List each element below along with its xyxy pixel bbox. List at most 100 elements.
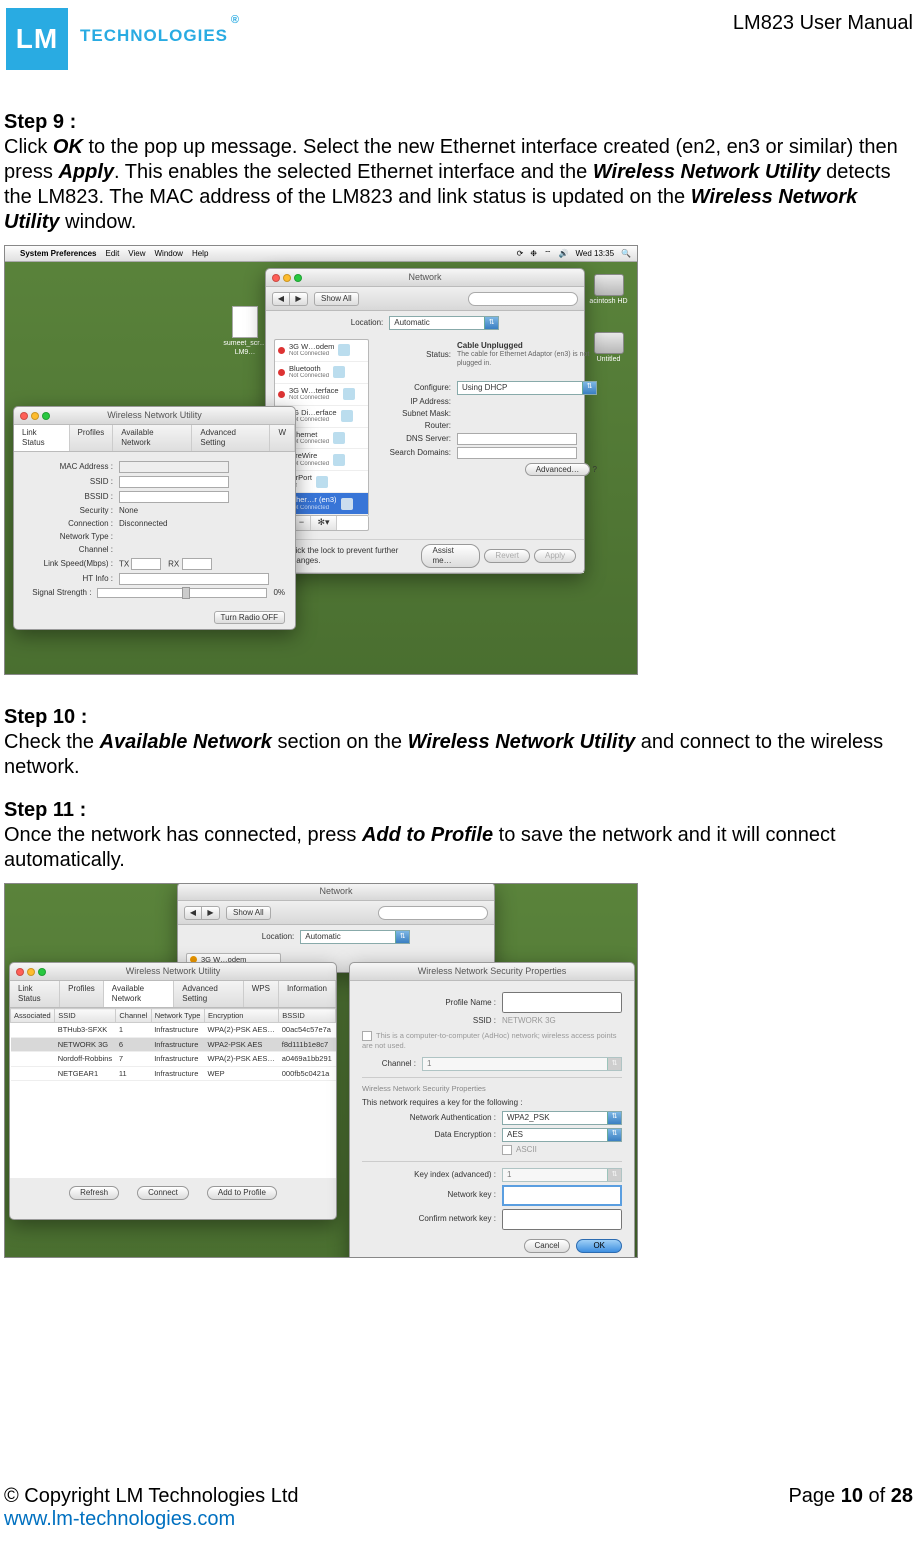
network-window: Network ◀▶ Show All Location: Automatic⇅ xyxy=(265,268,585,574)
connect-button[interactable]: Connect xyxy=(137,1186,189,1200)
ascii-label: ASCII xyxy=(516,1145,537,1154)
table-row[interactable]: NETGEAR111InfrastructureWEP000fb5c0421a xyxy=(11,1066,336,1080)
clock[interactable]: Wed 13:35 xyxy=(575,249,614,259)
volume-icon[interactable]: 🔊 xyxy=(559,249,569,259)
turn-radio-off-button[interactable]: Turn Radio OFF xyxy=(214,611,286,624)
tab-available-network[interactable]: Available Network xyxy=(113,425,192,451)
connection-value: Disconnected xyxy=(119,519,285,529)
service-item[interactable]: BluetoothNot Connected xyxy=(275,362,368,384)
tab-wps-cut[interactable]: W xyxy=(270,425,295,451)
network-table[interactable]: AssociatedSSIDChannelNetwork TypeEncrypt… xyxy=(10,1008,336,1081)
menu-edit[interactable]: Edit xyxy=(106,249,120,259)
tab-link-status[interactable]: Link Status xyxy=(14,425,70,451)
nav-back-forward[interactable]: ◀▶ xyxy=(184,906,220,920)
tab-available-network[interactable]: Available Network xyxy=(104,981,174,1007)
rx-value xyxy=(182,558,212,570)
tab-profiles[interactable]: Profiles xyxy=(70,425,114,451)
profile-name-label: Profile Name : xyxy=(362,998,502,1008)
mac-value xyxy=(119,461,229,473)
service-item[interactable]: 3G W…odemNot Connected xyxy=(275,340,368,362)
search-domains-input[interactable] xyxy=(457,447,577,459)
step-9-heading: Step 9 : xyxy=(4,110,913,135)
tab-link-status[interactable]: Link Status xyxy=(10,981,60,1007)
ok-button[interactable]: OK xyxy=(576,1239,622,1253)
section-heading: Wireless Network Security Properties xyxy=(362,1084,622,1093)
menu-window[interactable]: Window xyxy=(155,249,183,259)
ssid-value: NETWORK 3G xyxy=(502,1016,622,1026)
search-input[interactable] xyxy=(468,292,578,306)
profile-name-input[interactable] xyxy=(502,992,622,1013)
cancel-button[interactable]: Cancel xyxy=(524,1239,571,1253)
advanced-button[interactable]: Advanced… xyxy=(525,463,591,476)
lock-text: Click the lock to prevent further change… xyxy=(288,546,414,566)
tab-advanced-setting[interactable]: Advanced Setting xyxy=(192,425,270,451)
security-value: None xyxy=(119,506,285,516)
apply-button[interactable]: Apply xyxy=(534,549,576,563)
table-row[interactable]: NETWORK 3G6InfrastructureWPA2-PSK AESf8d… xyxy=(11,1037,336,1051)
registered-mark: ® xyxy=(231,14,240,26)
security-properties-window: Wireless Network Security Properties Pro… xyxy=(349,962,635,1258)
show-all-button[interactable]: Show All xyxy=(226,906,271,920)
spotlight-icon[interactable]: 🔍 xyxy=(621,249,631,259)
service-item[interactable]: 3G W…terfaceNot Connected xyxy=(275,384,368,406)
network-window-bg: Network ◀▶ Show All Location: Automatic⇅… xyxy=(177,883,495,973)
ht-label: HT Info : xyxy=(24,574,119,584)
refresh-button[interactable]: Refresh xyxy=(69,1186,119,1200)
menu-app[interactable]: System Preferences xyxy=(20,249,97,259)
step-10-text: Check the Available Network section on t… xyxy=(4,730,913,780)
auth-select[interactable]: WPA2_PSK⇅ xyxy=(502,1111,622,1125)
channel-label: Channel : xyxy=(362,1059,422,1069)
table-row[interactable]: Nordoff-Robbins7InfrastructureWPA(2)-PSK… xyxy=(11,1052,336,1066)
footer-url[interactable]: www.lm-technologies.com xyxy=(4,1508,235,1530)
assist-button[interactable]: Assist me… xyxy=(421,544,480,568)
add-to-profile-button[interactable]: Add to Profile xyxy=(207,1186,277,1200)
revert-button[interactable]: Revert xyxy=(484,549,530,563)
security-label: Security : xyxy=(24,506,119,516)
menu-help[interactable]: Help xyxy=(192,249,208,259)
desktop-drive-hd[interactable]: acintosh HD xyxy=(586,274,631,307)
sync-icon[interactable]: ⟳ xyxy=(517,249,524,259)
location-label: Location: xyxy=(351,318,383,328)
mask-label: Subnet Mask: xyxy=(377,409,457,419)
bluetooth-icon[interactable]: ❉ xyxy=(530,249,537,259)
channel-label: Channel : xyxy=(24,545,119,555)
configure-select[interactable]: Using DHCP⇅ xyxy=(457,381,597,395)
show-all-button[interactable]: Show All xyxy=(314,292,359,306)
logo: LM TECHNOLOGIES ® xyxy=(6,8,228,70)
wnu-list-window: Wireless Network Utility Link Status Pro… xyxy=(9,962,337,1220)
encryption-select[interactable]: AES⇅ xyxy=(502,1128,622,1142)
dns-label: DNS Server: xyxy=(377,434,457,444)
airport-icon[interactable]: ⌔ xyxy=(544,249,552,259)
wnu-tabs: Link Status Profiles Available Network A… xyxy=(14,425,295,452)
network-key-label: Network key : xyxy=(362,1190,502,1200)
table-row[interactable]: BTHub3-SFXK1InfrastructureWPA(2)-PSK AES… xyxy=(11,1023,336,1037)
ssid-value xyxy=(119,476,229,488)
logo-text: TECHNOLOGIES ® xyxy=(80,26,228,46)
search-domains-label: Search Domains: xyxy=(377,448,457,458)
step-11-text: Once the network has connected, press Ad… xyxy=(4,823,913,873)
window-title: Wireless Network Utility xyxy=(10,966,336,977)
signal-bar xyxy=(97,588,267,598)
nav-back-forward[interactable]: ◀▶ xyxy=(272,292,308,306)
footer-left: © Copyright LM Technologies Ltd www.lm-t… xyxy=(4,1485,299,1531)
network-type-label: Network Type : xyxy=(24,532,119,542)
tab-advanced-setting[interactable]: Advanced Setting xyxy=(174,981,243,1007)
confirm-key-input[interactable] xyxy=(502,1209,622,1230)
tab-profiles[interactable]: Profiles xyxy=(60,981,104,1007)
search-input[interactable] xyxy=(378,906,488,920)
location-select[interactable]: Automatic⇅ xyxy=(300,930,410,944)
router-label: Router: xyxy=(377,421,457,431)
tab-wps[interactable]: WPS xyxy=(244,981,279,1007)
service-gear-button[interactable]: ✻▾ xyxy=(311,516,337,530)
tab-information[interactable]: Information xyxy=(279,981,336,1007)
dns-input[interactable] xyxy=(457,433,577,445)
ssid-label: SSID : xyxy=(362,1016,502,1026)
channel-select: 1⇅ xyxy=(422,1057,622,1071)
key-index-select: 1⇅ xyxy=(502,1168,622,1182)
footer-page: Page 10 of 28 xyxy=(788,1485,913,1531)
key-required-text: This network requires a key for the foll… xyxy=(362,1098,622,1108)
network-key-input[interactable] xyxy=(502,1185,622,1206)
ssid-label: SSID : xyxy=(24,477,119,487)
menu-view[interactable]: View xyxy=(128,249,145,259)
location-select[interactable]: Automatic⇅ xyxy=(389,316,499,330)
